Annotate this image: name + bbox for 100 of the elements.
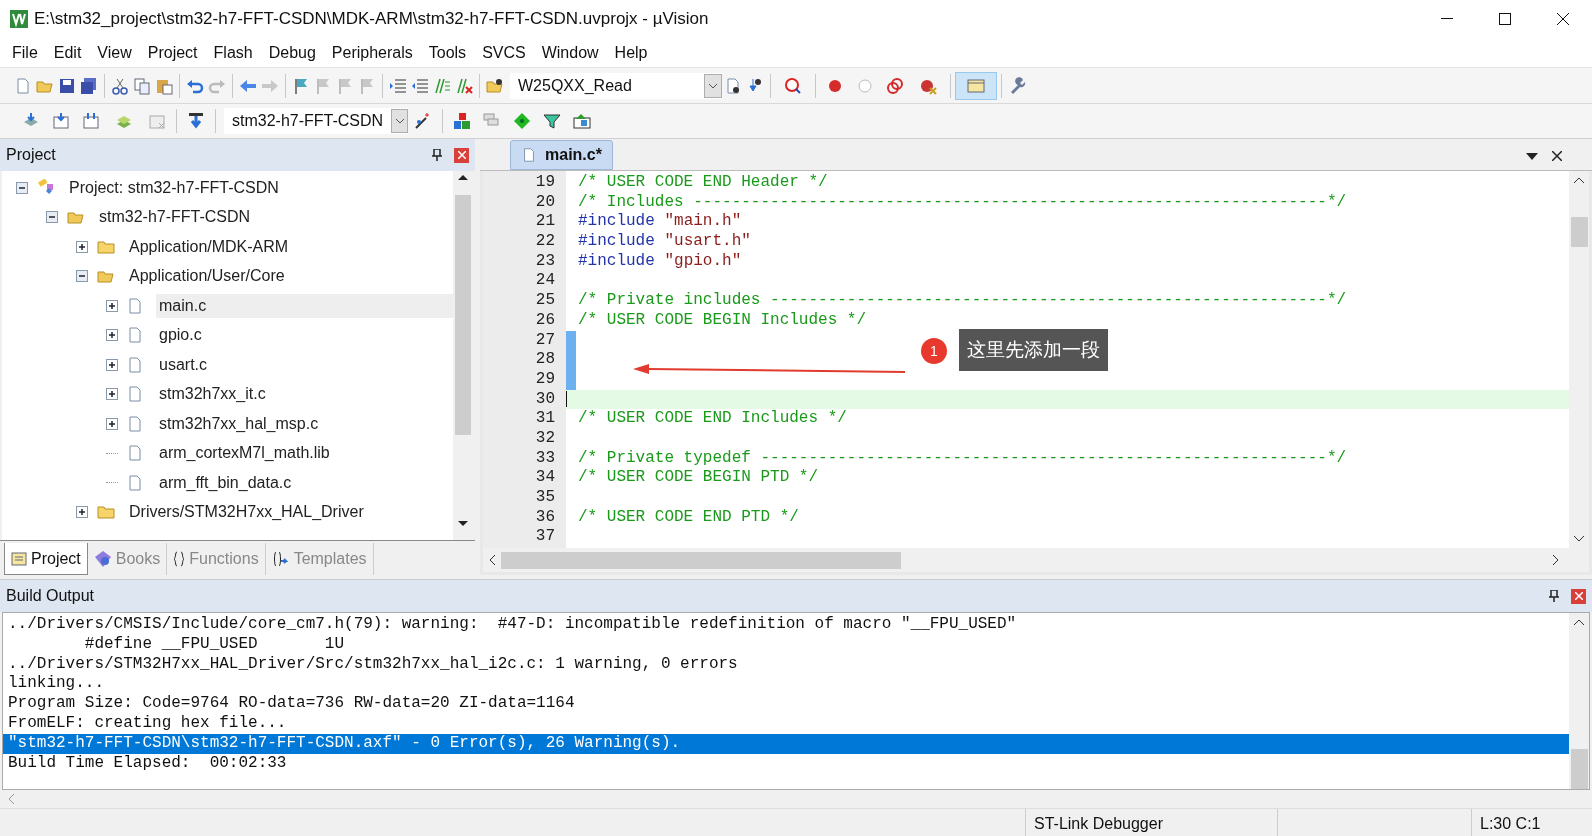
menu-item[interactable]: Project: [139, 40, 206, 65]
tree-item[interactable]: usart.c: [156, 352, 210, 377]
project-tab-icon: [11, 551, 27, 566]
expand-icon[interactable]: [106, 388, 118, 401]
scrollbar[interactable]: [1569, 171, 1589, 548]
code-comment: /* Private typedef -----------------------------------------------------------*/: [578, 448, 1347, 469]
dropdown[interactable]: W25QXX_Read: [510, 72, 722, 99]
close-button[interactable]: [454, 147, 469, 163]
tree-item[interactable]: stm32-h7-FFT-CSDN: [96, 205, 254, 230]
scrollbar-thumb[interactable]: [501, 551, 901, 569]
line-number: 19: [535, 173, 555, 193]
menu-item[interactable]: View: [89, 40, 140, 65]
scroll-down-icon[interactable]: [458, 520, 468, 528]
code-comment: /* Includes ------------------------------------------------------------------*/: [578, 192, 1347, 213]
file-icon: [126, 355, 144, 374]
chevron-down-icon: [708, 82, 718, 89]
maximize-icon: [1499, 13, 1511, 25]
expand-icon[interactable]: [106, 329, 118, 342]
tree-item[interactable]: stm32h7xx_it.c: [156, 382, 269, 407]
templates-icon: [271, 551, 290, 567]
line-number: 24: [535, 271, 555, 292]
close-icon: [1574, 592, 1583, 600]
scroll-down-icon[interactable]: [1574, 536, 1584, 542]
file-icon: [126, 414, 144, 433]
line-number: 35: [535, 488, 555, 508]
dropdown[interactable]: stm32-h7-FFT-CSDN: [224, 108, 408, 134]
tree-item[interactable]: arm_fft_bin_data.c: [156, 470, 295, 495]
menu-item[interactable]: Flash: [205, 40, 261, 65]
line-number: 23: [535, 251, 555, 272]
expand-icon[interactable]: [106, 358, 118, 371]
tree-item[interactable]: gpio.c: [156, 323, 205, 348]
menu-item[interactable]: SVCS: [474, 40, 534, 65]
code-line: #include "main.h": [578, 212, 742, 233]
collapse-icon[interactable]: [76, 270, 88, 283]
tree-item[interactable]: Drivers/STM32H7xx_HAL_Driver: [126, 500, 367, 525]
step-badge: 1: [921, 338, 947, 364]
menu-item[interactable]: Window: [533, 40, 607, 65]
line-number: 21: [535, 212, 555, 233]
code-line: #include "gpio.h": [578, 251, 742, 272]
code-comment: /* USER CODE END PTD */: [578, 507, 799, 528]
window-icon: [967, 78, 985, 93]
menu-item[interactable]: Help: [606, 40, 656, 65]
scrollbar[interactable]: [453, 171, 473, 540]
code-comment: /* Private includes ----------------------------------------------------------*/: [578, 291, 1347, 311]
close-button[interactable]: [1571, 588, 1586, 604]
scroll-up-icon[interactable]: [1574, 619, 1584, 625]
line-number: 33: [535, 448, 555, 469]
minimize-icon: [1441, 18, 1453, 20]
file-icon: [521, 146, 537, 164]
tree-item[interactable]: stm32h7xx_hal_msp.c: [156, 411, 322, 436]
scrollbar-thumb[interactable]: [455, 195, 471, 435]
collapse-icon[interactable]: [46, 211, 58, 224]
editor-tab[interactable]: main.c*: [510, 140, 613, 170]
scroll-left-icon[interactable]: [489, 555, 495, 565]
expand-icon[interactable]: [76, 240, 88, 253]
code-editor[interactable]: [483, 171, 1589, 548]
panel-title: Project: [6, 145, 57, 165]
close-icon[interactable]: [1552, 151, 1562, 161]
window-layout-button[interactable]: [955, 71, 997, 100]
line-number: 28: [535, 350, 555, 370]
menu-item[interactable]: File: [4, 40, 46, 65]
file-icon: [126, 296, 144, 315]
expand-icon[interactable]: [106, 417, 118, 430]
scrollbar-thumb[interactable]: [1570, 749, 1588, 789]
tree-item[interactable]: Project: stm32-h7-FFT-CSDN: [66, 175, 282, 200]
scrollbar[interactable]: [1569, 613, 1589, 789]
status-position: L:30 C:1: [1479, 813, 1542, 834]
output-line: FromELF: creating hex file...: [7, 714, 288, 734]
menu-item[interactable]: Peripherals: [323, 40, 421, 65]
expand-icon[interactable]: [76, 506, 88, 519]
file-icon: [126, 473, 144, 492]
line-number: 26: [535, 310, 555, 331]
text-cursor: [566, 391, 567, 408]
panel-title: Build Output: [6, 586, 96, 606]
code-comment: /* USER CODE BEGIN PTD */: [578, 468, 819, 488]
pin-icon[interactable]: [432, 149, 442, 161]
expand-icon[interactable]: [106, 299, 118, 312]
collapse-icon[interactable]: [16, 181, 28, 194]
books-icon: [93, 550, 112, 568]
menu-item[interactable]: Edit: [45, 40, 90, 65]
status-debugger: ST-Link Debugger: [1026, 809, 1278, 836]
scrollbar-thumb[interactable]: [1570, 217, 1588, 247]
scroll-up-icon[interactable]: [1574, 177, 1584, 183]
scroll-right-icon[interactable]: [1553, 555, 1559, 565]
tree-item[interactable]: main.c: [156, 293, 453, 318]
menu-item[interactable]: Debug: [260, 40, 324, 65]
scroll-up-icon[interactable]: [458, 173, 468, 181]
tree-item[interactable]: Application/User/Core: [126, 264, 288, 289]
file-icon: [126, 326, 144, 345]
dropdown-icon[interactable]: [1526, 153, 1538, 160]
line-number: 30: [535, 389, 555, 410]
output-line: linking...: [7, 674, 105, 695]
pin-icon[interactable]: [1549, 590, 1559, 602]
tree-item[interactable]: arm_cortexM7l_math.lib: [156, 441, 333, 466]
app-icon: [10, 10, 28, 28]
menu-item[interactable]: Tools: [420, 40, 475, 65]
line-number: 34: [535, 468, 555, 488]
tree-item[interactable]: Application/MDK-ARM: [126, 234, 292, 259]
code-comment: /* USER CODE END Header */: [578, 173, 828, 193]
panel-tab[interactable]: Project: [4, 543, 88, 575]
